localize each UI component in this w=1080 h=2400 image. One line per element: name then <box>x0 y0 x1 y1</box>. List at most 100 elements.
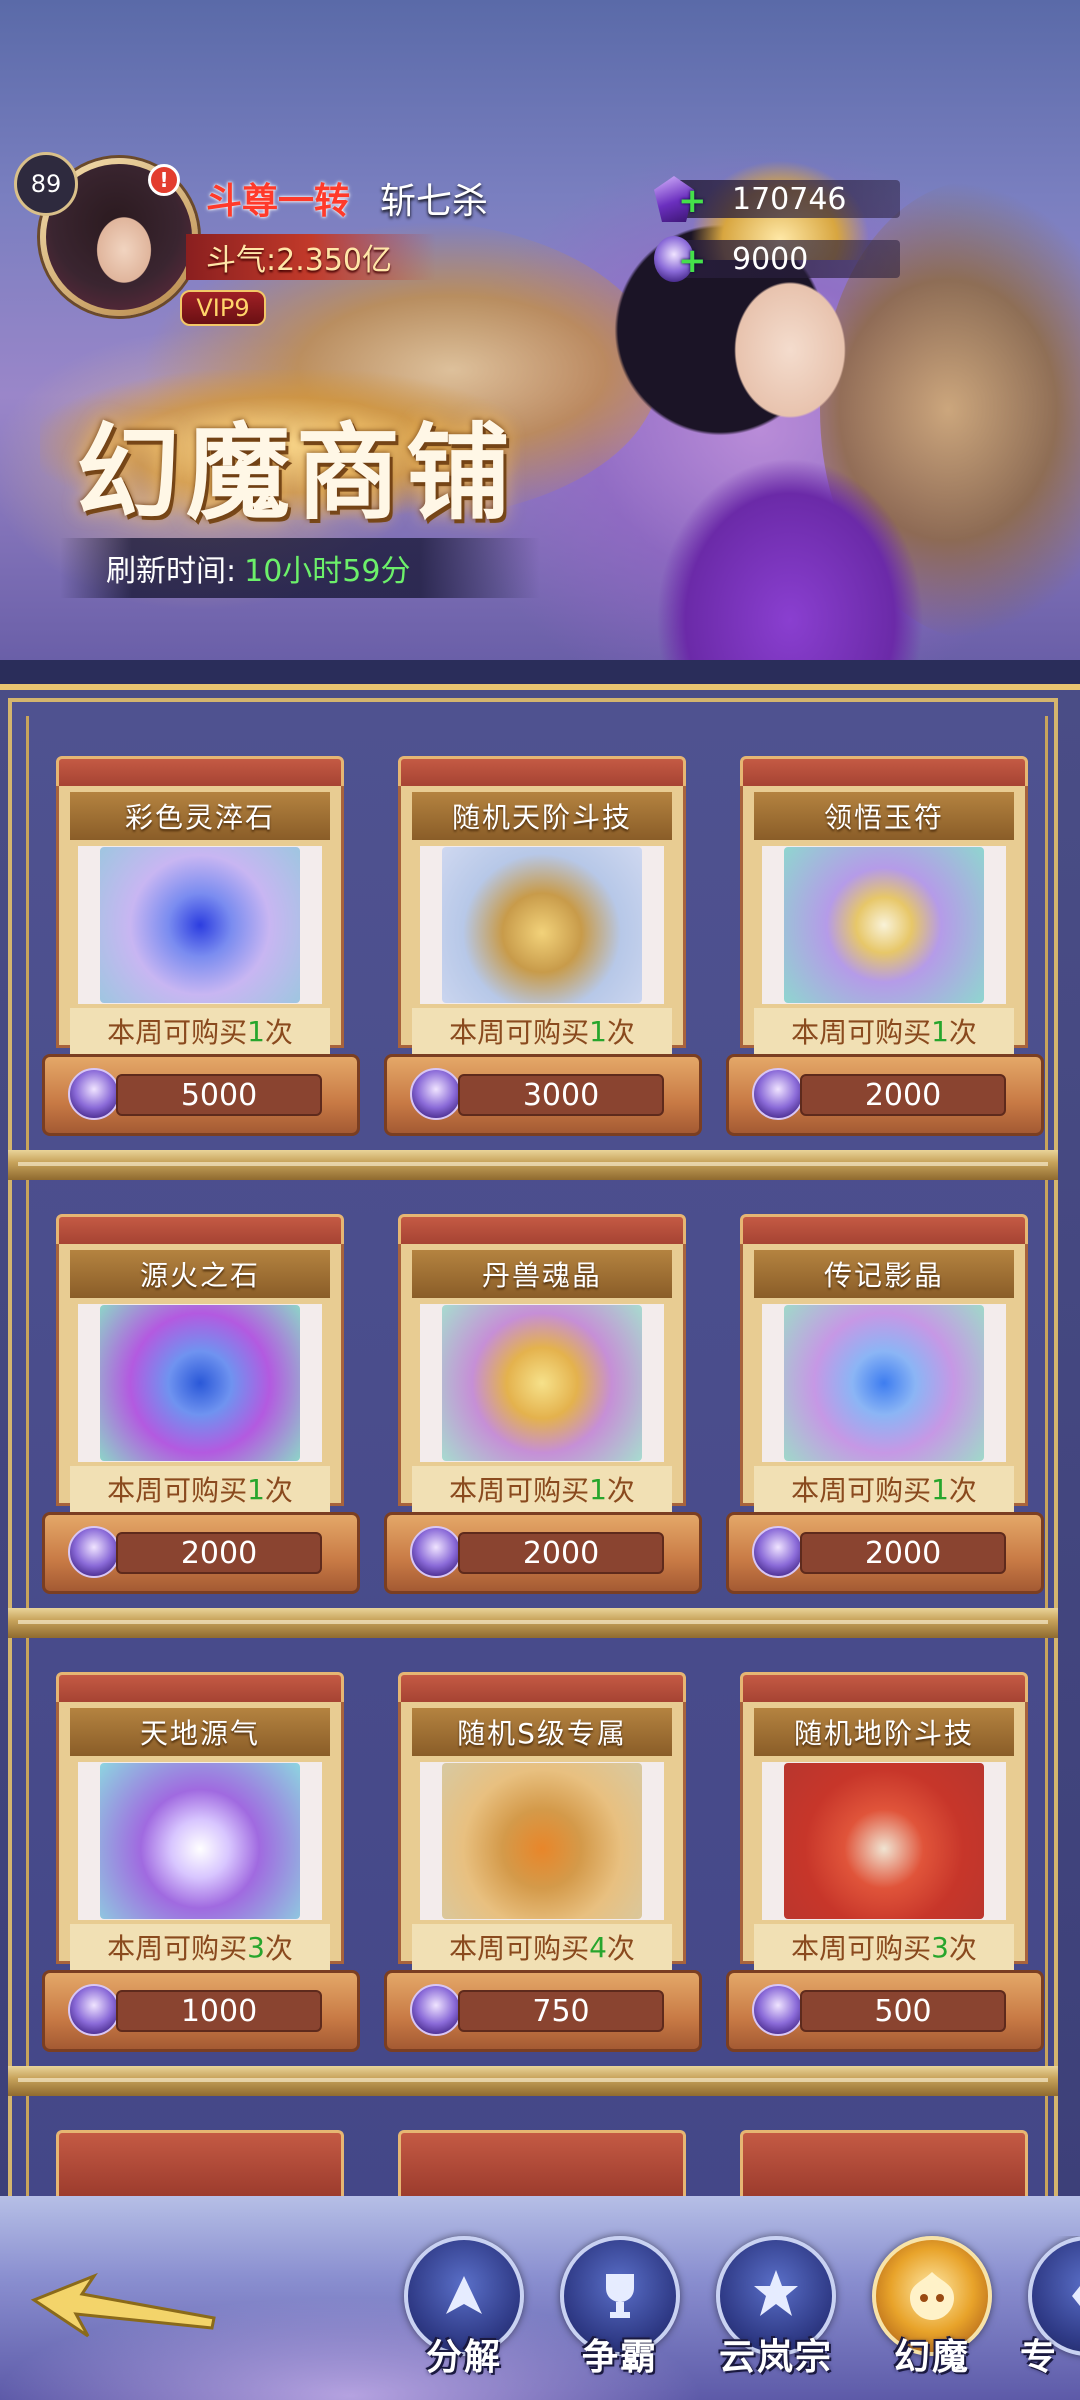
purchase-limit: 本周可购买 1 次 <box>70 1008 330 1054</box>
purchase-limit-unit: 次 <box>606 1474 635 1507</box>
vip-badge[interactable]: VIP9 <box>180 290 266 326</box>
buy-button[interactable]: 2000 <box>116 1532 322 1574</box>
add-crystal-button[interactable]: + <box>678 184 707 218</box>
nav-exclusive-button[interactable]: 专 <box>1020 2236 1080 2396</box>
buy-button[interactable]: 750 <box>458 1990 664 2032</box>
item-price: 750 <box>532 1993 590 2029</box>
purchase-limit-label: 本周可购买 <box>791 1932 932 1965</box>
combat-power: 斗气:2.350亿 <box>186 234 436 280</box>
shop-banner: 幻魔商铺 刷新时间: 10小时59分 <box>0 0 1080 660</box>
purchase-limit: 本周可购买 1 次 <box>754 1008 1014 1054</box>
item-icon <box>784 1305 984 1461</box>
item-art-frame <box>762 1304 1006 1462</box>
refresh-countdown: 10小时59分 <box>244 554 411 589</box>
purchase-limit-unit: 次 <box>264 1932 293 1965</box>
buy-button[interactable]: 3000 <box>458 1074 664 1116</box>
item-art-frame <box>78 1762 322 1920</box>
item-icon <box>784 847 984 1003</box>
nav-phantom-demon-button[interactable]: 幻魔 <box>864 2236 1000 2396</box>
purchase-limit-unit: 次 <box>264 1016 293 1049</box>
item-name: 丹兽魂晶 <box>481 1259 602 1292</box>
phantom-coin-icon <box>410 1526 462 1578</box>
purchase-limit-label: 本周可购买 <box>449 1474 590 1507</box>
nav-label: 争霸 <box>581 2337 658 2378</box>
item-price: 2000 <box>864 1535 942 1571</box>
purchase-limit: 本周可购买 1 次 <box>754 1466 1014 1512</box>
item-name-plate: 丹兽魂晶 <box>412 1250 672 1298</box>
refresh-label: 刷新时间: <box>106 554 237 589</box>
item-icon <box>784 1763 984 1919</box>
decompose-icon <box>446 2276 482 2314</box>
shop-item-card[interactable]: 领悟玉符 本周可购买 1 次 2000 <box>726 756 1044 1136</box>
buy-button[interactable]: 500 <box>800 1990 1006 2032</box>
item-art-frame <box>420 846 664 1004</box>
purchase-limit-label: 本周可购买 <box>791 1474 932 1507</box>
purchase-limit-label: 本周可购买 <box>107 1016 248 1049</box>
shop-item-card[interactable]: 随机天阶斗技 本周可购买 1 次 3000 <box>384 756 702 1136</box>
purchase-limit-label: 本周可购买 <box>791 1016 932 1049</box>
purchase-limit-label: 本周可购买 <box>107 1474 248 1507</box>
shop-item-card[interactable]: 彩色灵淬石 本周可购买 1 次 5000 <box>42 756 360 1136</box>
item-art-frame <box>420 1762 664 1920</box>
item-price: 2000 <box>864 1077 942 1113</box>
item-art-frame <box>420 1304 664 1462</box>
trophy-icon <box>606 2274 634 2318</box>
item-price: 2000 <box>180 1535 258 1571</box>
exclusive-icon <box>1072 2286 1080 2306</box>
item-name-plate: 天地源气 <box>70 1708 330 1756</box>
item-icon <box>100 847 300 1003</box>
purchase-limit-unit: 次 <box>606 1932 635 1965</box>
next-row-card <box>398 2130 686 2200</box>
shelf-divider <box>8 1150 1058 1180</box>
item-icon <box>442 1305 642 1461</box>
next-row-card <box>56 2130 344 2200</box>
purchase-limit-count: 1 <box>589 1014 607 1048</box>
purchase-limit: 本周可购买 4 次 <box>412 1924 672 1970</box>
phantom-coin-icon <box>752 1526 804 1578</box>
shelf-divider <box>8 1608 1058 1638</box>
buy-button[interactable]: 2000 <box>800 1074 1006 1116</box>
shop-item-card[interactable]: 随机S级专属 本周可购买 4 次 750 <box>384 1672 702 2052</box>
item-icon <box>442 847 642 1003</box>
player-rank: 斗尊一转 <box>206 181 351 222</box>
purchase-limit-label: 本周可购买 <box>449 1932 590 1965</box>
purchase-limit: 本周可购买 1 次 <box>412 1008 672 1054</box>
item-name-plate: 传记影晶 <box>754 1250 1014 1298</box>
item-name-plate: 彩色灵淬石 <box>70 792 330 840</box>
nav-label: 分解 <box>425 2337 502 2378</box>
buy-button[interactable]: 1000 <box>116 1990 322 2032</box>
shop-item-card[interactable]: 源火之石 本周可购买 1 次 2000 <box>42 1214 360 1594</box>
phantom-demon-icon <box>910 2272 954 2320</box>
item-name: 天地源气 <box>139 1717 260 1750</box>
purchase-limit-count: 3 <box>247 1930 265 1964</box>
item-art-frame <box>762 1762 1006 1920</box>
nav-compete-button[interactable]: 争霸 <box>552 2236 688 2396</box>
shop-item-card[interactable]: 传记影晶 本周可购买 1 次 2000 <box>726 1214 1044 1594</box>
purchase-limit-label: 本周可购买 <box>107 1932 248 1965</box>
nav-sect-button[interactable]: 云岚宗 <box>708 2236 844 2396</box>
shop-item-card[interactable]: 天地源气 本周可购买 3 次 1000 <box>42 1672 360 2052</box>
buy-button[interactable]: 2000 <box>458 1532 664 1574</box>
item-name: 随机地阶斗技 <box>793 1717 974 1750</box>
nav-decompose-button[interactable]: 分解 <box>396 2236 532 2396</box>
item-art-frame <box>762 846 1006 1004</box>
nav-label: 云岚宗 <box>718 2337 833 2378</box>
buy-button[interactable]: 5000 <box>116 1074 322 1116</box>
purchase-limit-unit: 次 <box>606 1016 635 1049</box>
nav-label: 专 <box>1020 2337 1059 2378</box>
purchase-limit-unit: 次 <box>948 1474 977 1507</box>
purchase-limit-count: 1 <box>589 1472 607 1506</box>
back-arrow-icon[interactable] <box>24 2270 224 2350</box>
purchase-limit-count: 4 <box>589 1930 607 1964</box>
shop-item-card[interactable]: 丹兽魂晶 本周可购买 1 次 2000 <box>384 1214 702 1594</box>
add-phantom-coin-button[interactable]: + <box>678 244 707 278</box>
item-icon <box>100 1305 300 1461</box>
shop-item-card[interactable]: 随机地阶斗技 本周可购买 3 次 500 <box>726 1672 1044 2052</box>
purchase-limit: 本周可购买 1 次 <box>412 1466 672 1512</box>
item-art-frame <box>78 846 322 1004</box>
item-name: 传记影晶 <box>823 1259 944 1292</box>
item-name-plate: 领悟玉符 <box>754 792 1014 840</box>
shelf-divider <box>8 2066 1058 2096</box>
buy-button[interactable]: 2000 <box>800 1532 1006 1574</box>
item-name-plate: 随机天阶斗技 <box>412 792 672 840</box>
